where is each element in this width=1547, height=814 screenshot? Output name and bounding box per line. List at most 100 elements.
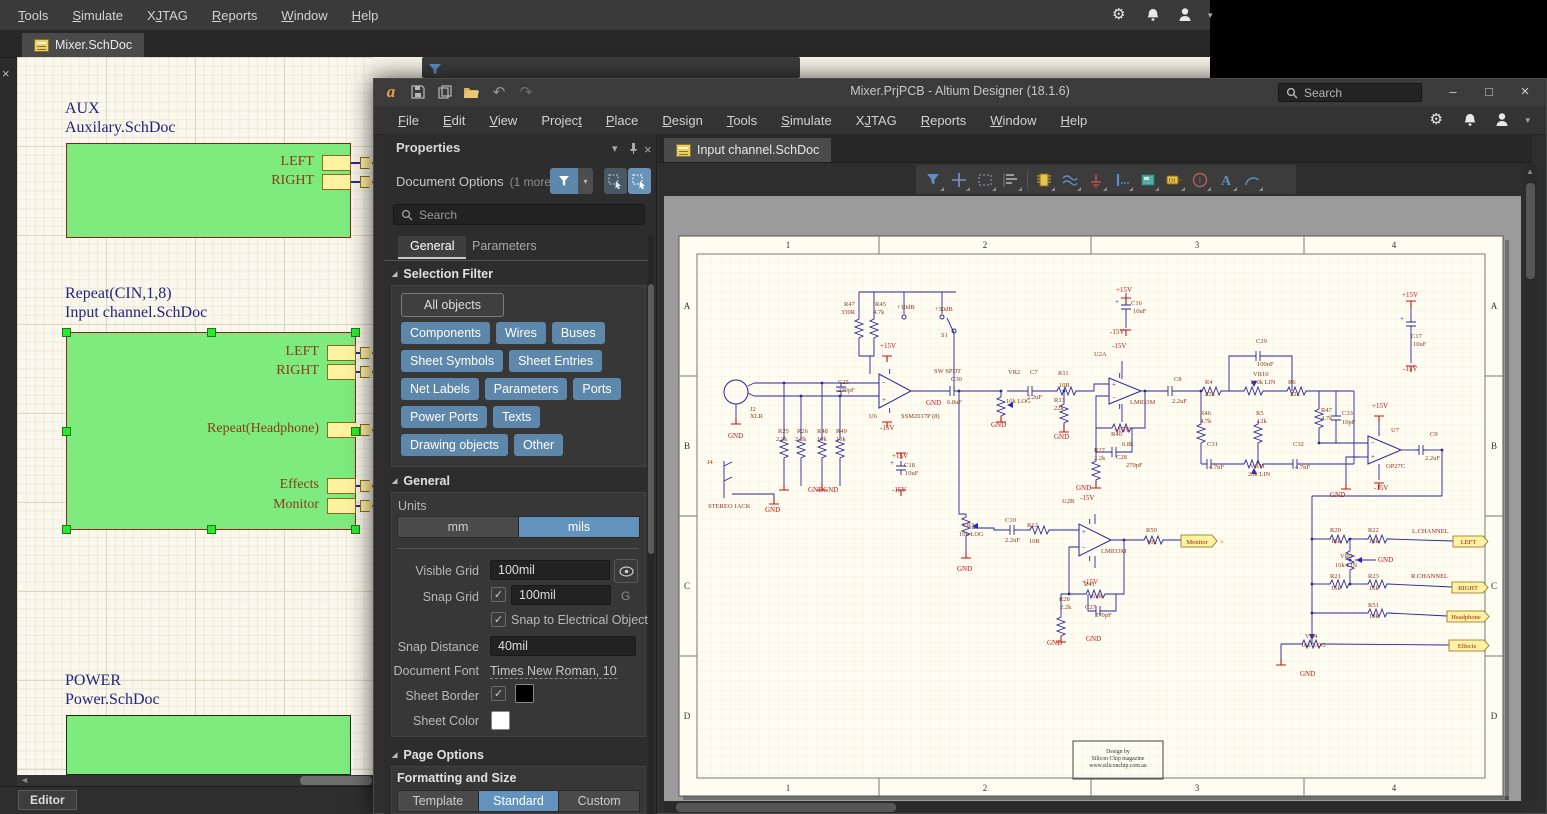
panel-search-box[interactable]: Search [393,204,645,225]
viewport-vscrollbar[interactable]: ▲ [1524,165,1537,801]
filter-sheet-symbols-button[interactable]: Sheet Symbols [401,350,503,372]
tab-general[interactable]: General [398,236,466,259]
menu-item-place[interactable]: Place [594,113,651,128]
tab-input-channel-schdoc[interactable]: Input channel.SchDoc [664,138,831,162]
open-folder-icon[interactable] [463,82,481,101]
user-icon[interactable] [1493,111,1511,129]
port-clipped[interactable] [360,366,373,378]
filter-sheet-entries-button[interactable]: Sheet Entries [509,350,602,372]
menu-item-reports[interactable]: Reports [200,8,270,23]
menu-item-reports[interactable]: Reports [909,113,979,128]
sheet-entry[interactable] [327,364,356,380]
editor-mode-button[interactable]: Editor [18,790,77,810]
document-font-link[interactable]: Times New Roman, 10 [490,664,617,679]
panel-scroll-thumb[interactable] [648,284,654,554]
toolbar-sheet-icon[interactable] [1135,167,1161,193]
sheet-entry[interactable] [327,345,356,361]
bell-icon[interactable] [1461,111,1479,129]
toolbar-wire-icon[interactable] [1057,167,1083,193]
toolbar-filter-icon[interactable] [920,167,946,193]
port-clipped[interactable] [360,347,373,359]
panel-dropdown-icon[interactable]: ▾ [612,142,618,155]
menu-item-window[interactable]: Window [269,8,339,23]
menu-item-project[interactable]: Project [529,113,593,128]
port-clipped[interactable] [360,176,373,188]
save-all-icon[interactable] [436,82,454,101]
selection-handle[interactable] [62,328,71,337]
menu-item-file[interactable]: File [386,113,431,128]
snap-distance-input[interactable]: 40mil [490,636,636,656]
menu-item-xjtag[interactable]: XJTAG [135,8,200,23]
toolbar-harness-icon[interactable]: D1 [1161,167,1187,193]
menu-item-help[interactable]: Help [340,8,391,23]
section-page-options[interactable]: Page Options [392,748,484,762]
scroll-left-icon[interactable]: ◄ [20,775,29,786]
user-caret-icon[interactable]: ▾ [1525,115,1530,126]
filter-power-ports-button[interactable]: Power Ports [401,406,487,428]
toolbar-align-icon[interactable] [998,167,1024,193]
sheet-entry[interactable] [322,174,351,190]
visible-grid-input[interactable]: 100mil [490,560,610,580]
viewport-hscrollbar[interactable] [664,802,1521,813]
sheet-border-checkbox[interactable]: ✓ [491,686,506,701]
menu-item-help[interactable]: Help [1048,113,1099,128]
tab-mixer-schdoc[interactable]: Mixer.SchDoc [22,33,144,57]
altium-logo-icon[interactable]: a [382,82,400,101]
menu-item-view[interactable]: View [477,113,529,128]
section-selection-filter[interactable]: Selection Filter [392,267,493,281]
selection-handle[interactable] [62,525,71,534]
filter-texts-button[interactable]: Texts [493,406,540,428]
hscroll-thumb[interactable] [676,803,896,812]
selection-handle[interactable] [351,328,360,337]
filter-dropdown-icon[interactable]: ▾ [578,168,593,194]
panel-close-icon[interactable]: × [644,142,652,157]
toolbar-part-icon[interactable] [1031,167,1057,193]
sheet-entry[interactable] [322,155,351,171]
filter-parameters-button[interactable]: Parameters [485,378,568,400]
user-icon[interactable] [1176,6,1194,24]
selection-handle[interactable] [207,328,216,337]
toolbar-noerc-icon[interactable]: i [1187,167,1213,193]
minimize-button[interactable]: – [1440,82,1466,102]
toolbar-filter-icon[interactable] [422,57,448,78]
gear-icon[interactable]: ⚙ [1429,111,1447,129]
menu-item-edit[interactable]: Edit [431,113,477,128]
toolbar-power-icon[interactable] [1083,167,1109,193]
menu-item-simulate[interactable]: Simulate [769,113,844,128]
snap-electrical-checkbox[interactable]: ✓ [491,612,506,627]
filter-ports-button[interactable]: Ports [573,378,620,400]
menu-item-simulate[interactable]: Simulate [60,8,135,23]
port-clipped[interactable] [360,157,373,169]
snap-grid-input[interactable]: 100mil [511,585,611,605]
menu-item-window[interactable]: Window [978,113,1048,128]
menu-item-tools[interactable]: Tools [6,8,60,23]
toolbar-select-icon[interactable] [972,167,998,193]
format-tab-template[interactable]: Template [398,791,479,811]
port-clipped[interactable] [360,424,373,436]
sheet-symbol-power[interactable] [66,715,351,775]
bell-icon[interactable] [1144,6,1162,24]
pin-icon[interactable] [628,142,639,157]
snap-grid-checkbox[interactable]: ✓ [491,587,506,602]
panel-close-icon[interactable]: × [2,66,10,81]
selection-handle[interactable] [207,525,216,534]
filter-components-button[interactable]: Components [401,322,490,344]
section-general[interactable]: General [392,474,450,488]
filter-all-objects-button[interactable]: All objects [401,293,504,317]
gear-icon[interactable]: ⚙ [1112,6,1130,24]
scroll-up-icon[interactable]: ▲ [1526,167,1534,176]
user-caret-icon[interactable]: ▾ [1208,10,1213,21]
port-clipped[interactable] [360,500,373,512]
sheet-entry[interactable] [327,498,356,514]
toolbar-text-icon[interactable]: A [1213,167,1239,193]
select-overlap-button[interactable] [604,168,627,194]
toolbar-arc-icon[interactable] [1239,167,1265,193]
selection-handle[interactable] [62,427,71,436]
units-mils-option[interactable]: mils [519,517,639,537]
filter-buses-button[interactable]: Buses [552,322,605,344]
menu-item-xjtag[interactable]: XJTAG [844,113,909,128]
format-tab-standard[interactable]: Standard [479,791,560,811]
filter-button[interactable] [550,168,578,194]
schematic-viewport[interactable]: 11223344AABBCCDD+++−++−−++−R47330RR454.7… [664,196,1521,801]
maximize-button[interactable]: □ [1476,82,1502,102]
